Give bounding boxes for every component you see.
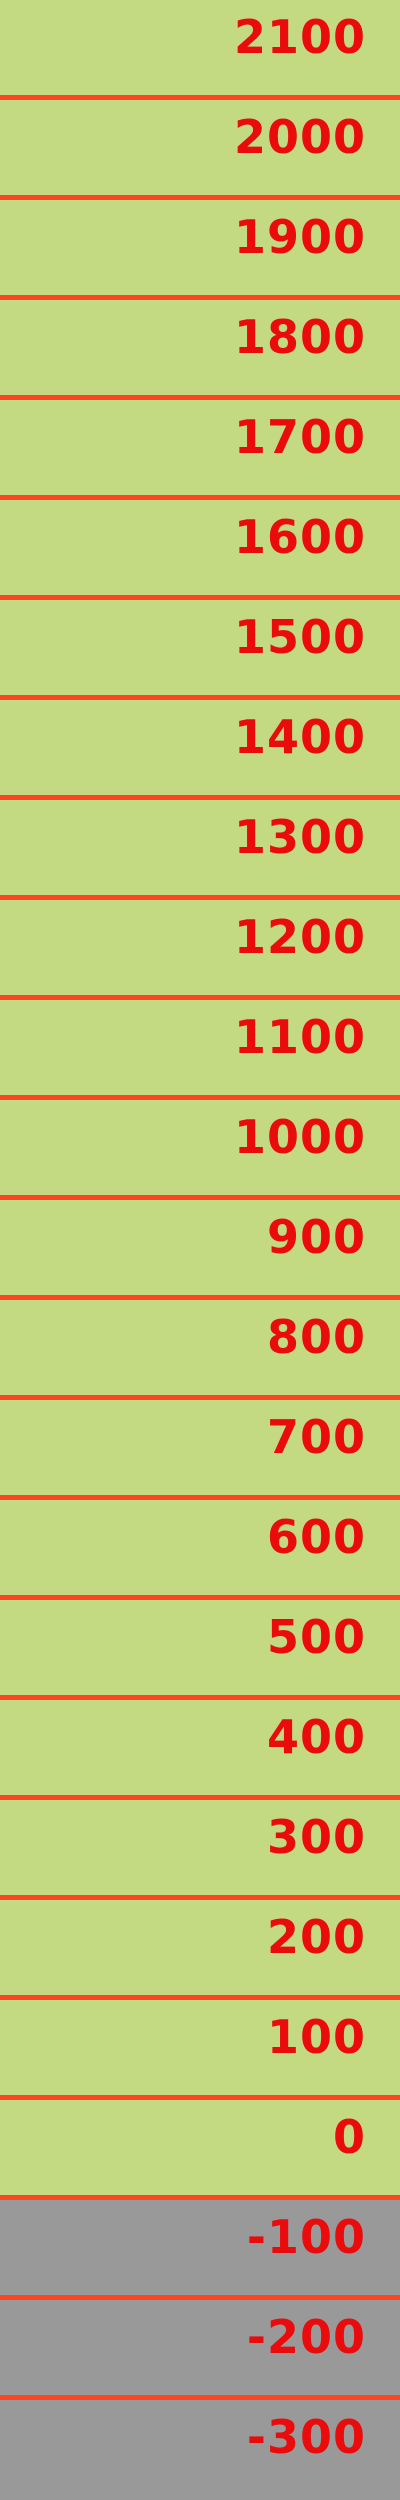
scale-band: 1000 xyxy=(0,1100,400,1200)
scale-band-label: 1900 xyxy=(233,210,366,264)
scale-band: 100 xyxy=(0,2000,400,2100)
scale-band: 900 xyxy=(0,1200,400,1300)
scale-band-label: 1700 xyxy=(233,410,366,464)
scale-band: 1500 xyxy=(0,600,400,700)
scale-band: 1200 xyxy=(0,900,400,1000)
scale-band-label: 600 xyxy=(266,1510,366,1564)
scale-band-label: 1600 xyxy=(233,510,366,564)
scale-band: 1400 xyxy=(0,700,400,800)
scale-band-label: 2000 xyxy=(233,110,366,164)
scale-band: -100 xyxy=(0,2200,400,2300)
scale-band: 600 xyxy=(0,1500,400,1600)
scale-band-label: 800 xyxy=(266,1310,366,1364)
scale-band: 700 xyxy=(0,1400,400,1500)
scale-band: 1100 xyxy=(0,1000,400,1100)
scale-band-label: 900 xyxy=(266,1210,366,1264)
scale-band-label: 200 xyxy=(266,1910,366,1964)
scale-band-label: 400 xyxy=(266,1710,366,1764)
scale-band-label: 1100 xyxy=(233,1010,366,1064)
scale-band: 0 xyxy=(0,2100,400,2200)
scale-band-label: 2100 xyxy=(233,10,366,64)
scale-band: 200 xyxy=(0,1900,400,2000)
scale-band-label: 1000 xyxy=(233,1110,366,1164)
scale-band-label: -200 xyxy=(246,2310,366,2364)
scale-band-label: 0 xyxy=(332,2110,366,2164)
scale-band-label: 300 xyxy=(266,1810,366,1864)
scale-band-label: 500 xyxy=(266,1610,366,1664)
scale-band-label: 1400 xyxy=(233,710,366,764)
scale-band: -200 xyxy=(0,2300,400,2400)
scale-band-label: -300 xyxy=(246,2410,366,2464)
scale-band-label: 1800 xyxy=(233,310,366,364)
scale-band-label: 100 xyxy=(266,2010,366,2064)
scale-band-label: 1500 xyxy=(233,610,366,664)
scale-band: 2100 xyxy=(0,0,400,100)
scale-band: 1300 xyxy=(0,800,400,900)
scale-band: 1600 xyxy=(0,500,400,600)
scale-band: 800 xyxy=(0,1300,400,1400)
value-scale: 2100 2000 1900 1800 1700 1600 1500 1400 1300 1200… xyxy=(0,0,400,2500)
scale-band: 1700 xyxy=(0,400,400,500)
scale-band: 1800 xyxy=(0,300,400,400)
scale-band: 400 xyxy=(0,1700,400,1800)
scale-band: -300 xyxy=(0,2400,400,2500)
scale-band: 1900 xyxy=(0,200,400,300)
scale-band-label: -100 xyxy=(246,2210,366,2264)
scale-band-label: 700 xyxy=(266,1410,366,1464)
scale-band: 300 xyxy=(0,1800,400,1900)
scale-band-label: 1300 xyxy=(233,810,366,864)
scale-band-label: 1200 xyxy=(233,910,366,964)
scale-band: 500 xyxy=(0,1600,400,1700)
scale-band: 2000 xyxy=(0,100,400,200)
